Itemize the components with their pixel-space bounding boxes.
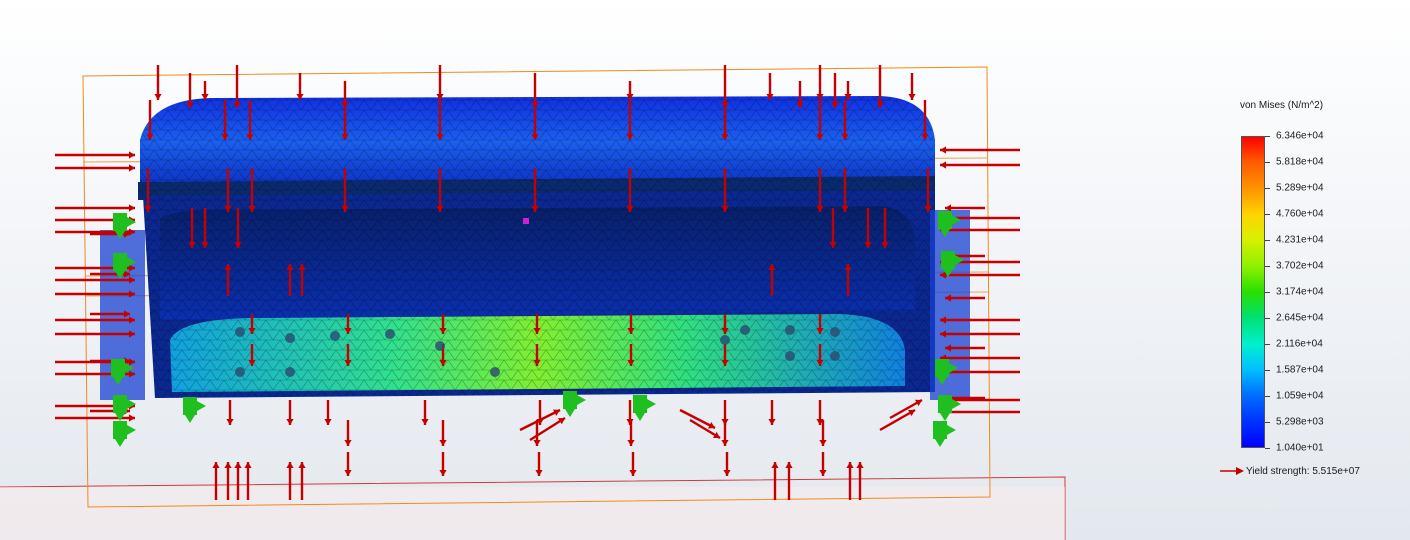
fixed-geometry-icon — [113, 421, 136, 447]
legend-tick — [1265, 136, 1270, 137]
fea-model-view[interactable] — [0, 0, 1410, 540]
legend-color-bar — [1241, 136, 1265, 448]
force-arrow-icon — [55, 151, 135, 159]
fixture-hole — [740, 325, 750, 335]
force-arrow-icon — [186, 73, 194, 108]
force-arrow-icon — [908, 73, 916, 100]
legend-value: 5.289e+04 — [1276, 182, 1324, 194]
force-arrow-icon — [439, 420, 447, 446]
legend-tick — [1265, 344, 1270, 345]
yield-strength-label: Yield strength: 5.515e+07 — [1246, 465, 1360, 477]
force-arrow-icon — [421, 400, 429, 425]
legend-tick — [1265, 318, 1270, 319]
fixture-hole — [235, 327, 245, 337]
legend-value: 5.818e+04 — [1276, 156, 1324, 168]
legend-value: 2.645e+04 — [1276, 312, 1324, 324]
legend-value: 1.587e+04 — [1276, 364, 1324, 376]
force-arrow-icon — [55, 204, 135, 212]
legend-value: 1.059e+04 — [1276, 390, 1324, 402]
legend-tick — [1265, 448, 1270, 449]
legend-value: 1.040e+01 — [1276, 442, 1324, 454]
fixture-hole — [830, 327, 840, 337]
force-arrow-icon — [629, 452, 637, 476]
legend-value: 6.346e+04 — [1276, 130, 1324, 142]
legend-tick — [1265, 162, 1270, 163]
force-arrow-icon — [940, 146, 1020, 154]
fixture-hole — [785, 351, 795, 361]
fixture-hole — [720, 335, 730, 345]
force-arrow-icon — [723, 452, 731, 476]
force-arrow-icon — [201, 81, 209, 100]
fixture-hole — [235, 367, 245, 377]
fixture-hole — [435, 341, 445, 351]
force-arrow-icon — [344, 420, 352, 446]
legend-tick — [1265, 266, 1270, 267]
force-arrow-icon — [627, 420, 635, 446]
legend-value: 4.760e+04 — [1276, 208, 1324, 220]
legend-tick — [1265, 214, 1270, 215]
force-arrow-icon — [226, 400, 234, 425]
force-arrow-icon — [831, 73, 839, 108]
fixture-hole — [285, 367, 295, 377]
fixture-hole — [285, 333, 295, 343]
force-arrow-icon — [766, 73, 774, 100]
force-arrow-icon — [344, 452, 352, 476]
force-arrow-icon — [768, 400, 776, 425]
legend-value: 4.231e+04 — [1276, 234, 1324, 246]
fixture-hole — [830, 351, 840, 361]
legend-tick — [1265, 396, 1270, 397]
graphics-viewport[interactable]: von Mises (N/m^2) 6.346e+04 5.818e+04 5.28… — [0, 0, 1410, 540]
legend-tick — [1265, 422, 1270, 423]
probe-marker — [523, 218, 529, 224]
force-arrow-icon — [296, 73, 304, 100]
legend-tick — [1265, 370, 1270, 371]
fixed-geometry-icon — [563, 391, 586, 417]
fixed-geometry-icon — [183, 397, 206, 423]
legend-tick — [1265, 188, 1270, 189]
fixture-hole — [330, 331, 340, 341]
legend-tick — [1265, 292, 1270, 293]
stress-legend[interactable]: von Mises (N/m^2) 6.346e+04 5.818e+04 5.28… — [1220, 96, 1410, 486]
force-arrow-icon — [819, 452, 827, 476]
force-arrow-icon — [439, 452, 447, 476]
force-arrow-icon — [436, 65, 444, 100]
fixed-geometry-icon — [633, 395, 656, 421]
legend-value: 3.174e+04 — [1276, 286, 1324, 298]
fixed-geometry-icon — [933, 421, 956, 447]
force-arrow-icon — [286, 400, 294, 425]
legend-value: 3.702e+04 — [1276, 260, 1324, 272]
force-arrow-icon — [816, 65, 824, 100]
legend-tick — [1265, 240, 1270, 241]
legend-title: von Mises (N/m^2) — [1240, 100, 1324, 111]
force-arrow-icon — [154, 65, 162, 100]
fixture-hole — [490, 367, 500, 377]
force-arrow-icon — [324, 400, 332, 425]
legend-value: 5.298e+03 — [1276, 416, 1324, 428]
yield-strength-row: Yield strength: 5.515e+07 — [1220, 464, 1360, 478]
force-arrow-icon — [721, 420, 729, 446]
fixture-hole — [785, 325, 795, 335]
fixture-hole — [385, 329, 395, 339]
force-arrow-icon — [55, 164, 135, 172]
force-arrow-icon — [940, 161, 1020, 169]
legend-value: 2.116e+04 — [1276, 338, 1323, 350]
yield-arrow-icon — [1220, 467, 1244, 475]
ground-plane-shade — [0, 487, 1065, 540]
force-arrow-icon — [535, 452, 543, 476]
